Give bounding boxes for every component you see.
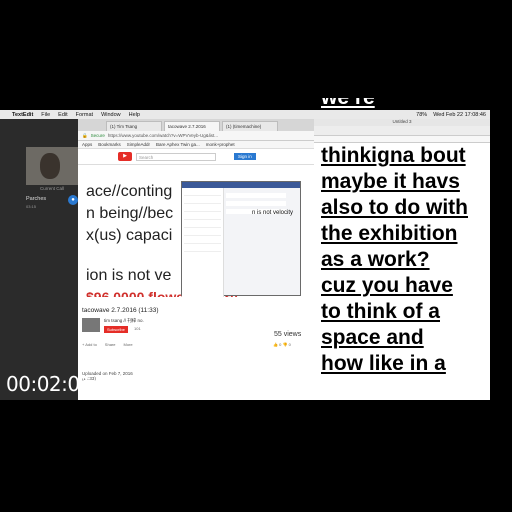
thumbs-down-icon[interactable]: 👎	[282, 342, 287, 347]
secure-label: Secure	[90, 133, 105, 138]
video-text-line: ace//conting	[86, 183, 173, 200]
webcam-video	[26, 147, 78, 185]
bookmarks-bar: Apps Bookmarks SimpleAddr Bare Aphex Twi…	[78, 141, 314, 149]
signin-button[interactable]: Sign in	[234, 153, 256, 160]
video-title: tacowave 2.7.2016 (11:33)	[82, 307, 159, 314]
more-button[interactable]: More	[123, 342, 132, 347]
battery-status[interactable]: 78%	[416, 112, 427, 118]
channel-name[interactable]: tim tsang // 刊梓 no.	[104, 318, 144, 324]
bookmark-simpleaddr[interactable]: SimpleAddr	[127, 142, 150, 147]
text-line: the exhibition	[321, 222, 458, 245]
search-input[interactable]: Search	[136, 152, 216, 161]
like-counts: 👍 0 👎 0	[273, 342, 291, 347]
facebook-snippet: n is not velocity	[252, 210, 294, 216]
text-line: also to do with	[321, 196, 468, 219]
tab-tacowave[interactable]: tacowave 2.7.2016	[164, 121, 220, 131]
dislike-count: 0	[288, 342, 291, 347]
clipped-text: we re	[321, 98, 375, 111]
address-bar[interactable]: 🔒 Secure https://www.youtube.com/watch?v…	[78, 131, 314, 141]
bookmark-aphex[interactable]: Bare Aphex Twin ga...	[156, 142, 200, 147]
text-line: space and	[321, 326, 424, 349]
textedit-document[interactable]: thinkigna bout maybe it havs also to do …	[321, 143, 487, 377]
menu-window[interactable]: Window	[101, 112, 121, 118]
textedit-toolbar[interactable]	[314, 126, 490, 136]
video-timecode: 00:02:01;00	[6, 372, 123, 396]
mic-icon: ●	[71, 197, 75, 203]
caller-name: Parches	[26, 196, 47, 202]
textedit-ruler	[314, 136, 490, 143]
call-duration: 03:15	[26, 204, 37, 209]
tab-timemachine[interactable]: (1) (timemachine)	[222, 121, 278, 131]
textedit-window: Untitled 3 thinkigna bout maybe it havs …	[314, 119, 490, 400]
browser-window: (1) Tim Tsang tacowave 2.7.2016 (1) (tim…	[78, 119, 314, 400]
text-line: as a work?	[321, 248, 430, 271]
subscribe-button[interactable]: Subscribe	[104, 326, 128, 333]
youtube-logo-icon[interactable]: ▶	[118, 152, 132, 161]
video-actions: + Add to Share More	[82, 342, 133, 347]
mic-button[interactable]: ●	[68, 195, 78, 205]
tab-tim-tsang[interactable]: (1) Tim Tsang	[106, 121, 162, 131]
text-line: maybe it havs	[321, 170, 460, 193]
add-to-button[interactable]: + Add to	[82, 342, 97, 347]
text-line: thinkigna bout	[321, 144, 466, 167]
video-text-line: x(us) capaci	[86, 227, 173, 244]
menu-help[interactable]: Help	[129, 112, 140, 118]
avatar[interactable]	[82, 318, 100, 332]
textedit-clipped-line: we re	[321, 98, 491, 112]
facebook-sidebar	[182, 188, 224, 297]
textedit-overflow-top	[321, 40, 491, 74]
caller-silhouette	[40, 153, 60, 179]
menu-file[interactable]: File	[41, 112, 50, 118]
menubar-clock[interactable]: Wed Feb 22 17:08:46	[433, 112, 486, 118]
bookmark-apps[interactable]: Apps	[82, 142, 92, 147]
video-text-line: ion is not ve	[86, 267, 172, 284]
facebook-window: n is not velocity	[181, 181, 301, 297]
like-count: 0	[279, 342, 282, 347]
bookmark-bookmarks[interactable]: Bookmarks	[98, 142, 121, 147]
menu-app-name[interactable]: TextEdit	[12, 112, 33, 118]
menu-edit[interactable]: Edit	[58, 112, 67, 118]
text-line: how like in a	[321, 352, 446, 375]
tab-bar: (1) Tim Tsang tacowave 2.7.2016 (1) (tim…	[78, 119, 314, 131]
lock-icon: 🔒	[82, 132, 88, 138]
youtube-header: ▶ Search Sign in	[78, 149, 314, 165]
view-count: 55 views	[274, 331, 302, 338]
call-label: Current Call	[39, 186, 64, 191]
text-line: to think of a	[321, 300, 440, 323]
url-text[interactable]: https://www.youtube.com/watch?v=WPVVeyb-…	[108, 133, 218, 138]
video-player[interactable]: ace//conting n being//bec x(us) capaci i…	[78, 177, 314, 297]
textedit-title: Untitled 3	[314, 119, 490, 126]
menu-format[interactable]: Format	[76, 112, 93, 118]
share-button[interactable]: Share	[105, 342, 116, 347]
thumbs-up-icon[interactable]: 👍	[273, 342, 278, 347]
text-line: cuz you have	[321, 274, 453, 297]
screen-capture: TextEdit File Edit Format Window Help 78…	[0, 110, 490, 400]
video-text-line: n being//bec	[86, 205, 174, 222]
subscriber-count: 101	[134, 326, 141, 331]
bookmark-monk[interactable]: monk+prophet	[206, 142, 235, 147]
